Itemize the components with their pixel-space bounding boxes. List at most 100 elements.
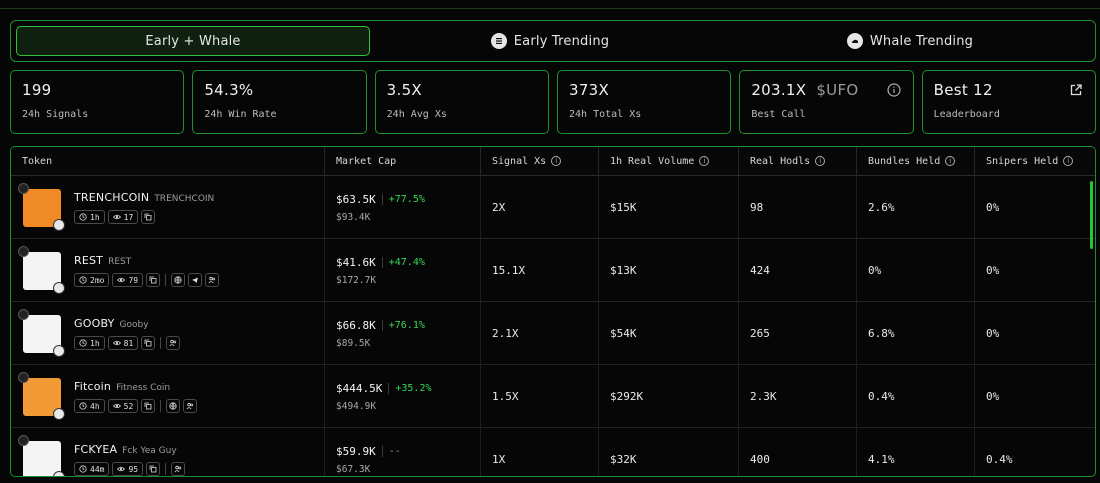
copy-icon[interactable] — [141, 336, 156, 350]
token-avatar — [18, 308, 65, 357]
token-cell[interactable]: GOOBY Gooby 1h 81 — [11, 302, 325, 365]
col-header-label: Token — [22, 155, 53, 167]
info-icon[interactable]: i — [1063, 156, 1074, 166]
col-header-snipers-held[interactable]: Snipers Held i — [975, 147, 1087, 176]
pill-divider — [160, 400, 162, 412]
table-row[interactable]: TRENCHCOIN TRENCHCOIN 1h 17 $63.5K +77.5% $93.… — [11, 176, 1095, 239]
users-icon[interactable] — [183, 399, 198, 413]
age-pill: 1h — [74, 210, 105, 224]
tab-whale-trending[interactable]: Whale Trending — [730, 26, 1090, 56]
signal-xs-cell: 1X — [481, 428, 599, 476]
stat-card-best-call[interactable]: 203.1X $UFO Best Call — [739, 70, 914, 134]
info-icon[interactable]: i — [945, 156, 956, 166]
stat-value: 373X — [568, 81, 610, 99]
market-cap-value: $66.8K — [336, 318, 376, 332]
views-pill: 79 — [112, 273, 144, 287]
bundles-held-cell: 0% — [857, 239, 975, 302]
tab-early-trending[interactable]: Early Trending — [370, 26, 730, 56]
token-cell[interactable]: Fitcoin Fitness Coin 4h 52 — [11, 365, 325, 428]
globe-icon[interactable] — [166, 399, 181, 413]
col-header-signal-xs[interactable]: Signal Xs i — [481, 147, 599, 176]
col-header-label: Market Cap — [336, 155, 397, 167]
age-value: 44m — [90, 464, 105, 474]
stat-sub-ticker: $UFO — [816, 81, 859, 99]
market-cap-change: +77.5% — [381, 193, 425, 205]
copy-icon[interactable] — [141, 399, 156, 413]
token-cell[interactable]: FCKYEA Fck Yea Guy 44m 95 — [11, 428, 325, 476]
table-row[interactable]: REST REST 2mo 79 $41.6K +47.4% $172.7K 15.1X $13… — [11, 239, 1095, 302]
clock-icon — [79, 465, 87, 473]
copy-icon[interactable] — [146, 273, 161, 287]
col-header-label: Signal Xs — [492, 155, 547, 167]
real-hodls-cell: 98 — [739, 176, 857, 239]
real-volume-cell: $292K — [599, 365, 739, 428]
token-cell[interactable]: TRENCHCOIN TRENCHCOIN 1h 17 — [11, 176, 325, 239]
snipers-held-cell: 0.4% — [986, 453, 1013, 466]
market-cap-value: $41.6K — [336, 255, 376, 269]
market-cap-ath: $89.5K — [336, 337, 371, 349]
col-header-token[interactable]: Token — [11, 147, 325, 176]
token-name: Gooby — [119, 320, 149, 330]
bundles-held-cell: 6.8% — [857, 302, 975, 365]
market-cap-change: +47.4% — [381, 256, 425, 268]
col-header-real-volume[interactable]: 1h Real Volume i — [599, 147, 739, 176]
token-names: Fitcoin Fitness Coin — [74, 380, 197, 393]
token-pills: 4h 52 — [74, 399, 198, 413]
scrollbar-thumb[interactable] — [1090, 181, 1093, 249]
market-cap-ath: $93.4K — [336, 211, 371, 223]
copy-icon[interactable] — [141, 210, 156, 224]
views-pill: 52 — [107, 399, 139, 413]
token-avatar — [18, 245, 65, 294]
telegram-icon[interactable] — [188, 273, 203, 287]
table-row[interactable]: Fitcoin Fitness Coin 4h 52 $444.5K +35.2% $494… — [11, 365, 1095, 428]
real-volume-cell: $32K — [599, 428, 739, 476]
table-row[interactable]: FCKYEA Fck Yea Guy 44m 95 $59.9K -- $67.3K 1X $3… — [11, 428, 1095, 476]
users-icon[interactable] — [205, 273, 220, 287]
signal-badge-icon — [18, 308, 29, 320]
globe-icon[interactable] — [171, 273, 186, 287]
tab-early-whale[interactable]: Early + Whale — [16, 26, 370, 56]
info-icon[interactable]: i — [815, 156, 826, 166]
stat-value: 3.5X — [386, 81, 422, 99]
users-icon[interactable] — [166, 336, 181, 350]
stat-card-leaderboard[interactable]: Best 12 Leaderboard — [921, 70, 1096, 134]
copy-icon[interactable] — [146, 462, 161, 476]
age-pill: 44m — [74, 462, 110, 476]
token-name: Fck Yea Guy — [122, 446, 177, 456]
stats-row: 199 24h Signals 54.3% 24h Win Rate 3.5X … — [10, 70, 1096, 134]
stat-label: Best Call — [751, 109, 806, 120]
users-icon[interactable] — [171, 462, 186, 476]
col-header-bundles-held[interactable]: Bundles Held i — [857, 147, 975, 176]
real-volume-cell: $13K — [599, 239, 739, 302]
token-cell[interactable]: REST REST 2mo 79 — [11, 239, 325, 302]
eye-icon — [112, 340, 121, 346]
signal-xs-cell: 1.5X — [481, 365, 599, 428]
views-value: 79 — [128, 275, 139, 285]
market-cap-change: +35.2% — [388, 382, 431, 394]
market-cap-value: $63.5K — [336, 192, 376, 206]
age-pill: 2mo — [74, 273, 110, 287]
info-icon[interactable]: i — [551, 156, 562, 166]
signal-xs-cell: 2.1X — [481, 302, 599, 365]
col-header-market-cap[interactable]: Market Cap — [325, 147, 481, 176]
token-info: FCKYEA Fck Yea Guy 44m 95 — [74, 443, 186, 476]
market-cap-top: $41.6K +47.4% — [336, 256, 425, 269]
stat-card-win-rate: 54.3% 24h Win Rate — [192, 70, 367, 134]
age-pill: 1h — [74, 336, 105, 350]
info-icon[interactable]: i — [699, 156, 710, 166]
col-header-real-hodls[interactable]: Real Hodls i — [739, 147, 857, 176]
signal-badge-icon — [18, 245, 29, 257]
views-pill: 17 — [107, 210, 139, 224]
eye-icon — [112, 403, 121, 409]
token-symbol: FCKYEA — [74, 443, 118, 456]
external-link-icon[interactable] — [1069, 83, 1083, 97]
market-cap-top: $59.9K -- — [336, 445, 401, 458]
info-icon[interactable] — [887, 83, 901, 97]
table-row[interactable]: GOOBY Gooby 1h 81 $66.8K +76.1% $89.5K 2.1X $54K… — [11, 302, 1095, 365]
tab-label: Whale Trending — [869, 33, 974, 49]
real-volume-cell: $15K — [599, 176, 739, 239]
stat-value: 54.3% — [204, 81, 254, 99]
views-value: 95 — [128, 464, 139, 474]
token-info: GOOBY Gooby 1h 81 — [74, 317, 181, 350]
token-avatar — [18, 371, 65, 420]
